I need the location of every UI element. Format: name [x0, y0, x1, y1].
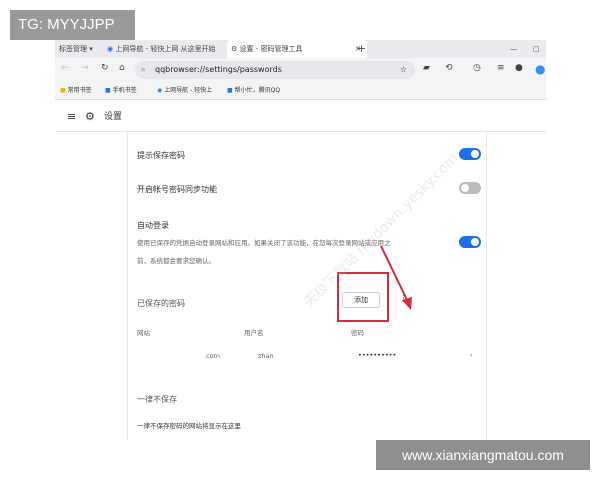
- annotation-arrow: [380, 245, 412, 310]
- chevron-right-icon[interactable]: ›: [470, 351, 473, 359]
- never-save-title: 一律不保存: [137, 395, 177, 404]
- gear-icon: ⚙: [85, 110, 95, 123]
- search-icon: ⌕: [141, 65, 146, 74]
- new-tab-button[interactable]: +: [357, 40, 366, 58]
- tab-label: 设置 - 密码管理工具: [239, 45, 303, 53]
- sync-label: 开启帐号密码同步功能: [137, 185, 217, 194]
- offer-save-toggle[interactable]: [459, 148, 481, 160]
- tab-bookmark-manager[interactable]: 标签管理 ▾: [59, 40, 93, 58]
- settings-header: ≡ ⚙ 设置: [55, 102, 546, 132]
- username-cell: zhan: [258, 352, 274, 360]
- reload-icon[interactable]: ↻: [101, 63, 109, 73]
- gear-icon: ⚙: [231, 45, 240, 53]
- maximize-button[interactable]: ▢: [533, 40, 540, 58]
- column-site: 网站: [137, 329, 150, 337]
- bookmarks-bar: ■ 常用书签 ■ 手机书签 ◉ 上网导航 - 轻快上 ■ 帮小忙，腾讯QQ: [55, 82, 546, 100]
- table-row[interactable]: [128, 382, 486, 404]
- extension-icon[interactable]: ▰: [423, 63, 430, 73]
- bookmark-item[interactable]: ■ 帮小忙，腾讯QQ: [227, 82, 280, 100]
- menu-icon[interactable]: ≡: [497, 63, 505, 73]
- menu-icon[interactable]: ≡: [67, 102, 76, 132]
- never-save-desc: 一律不保存密码的网站将显示在这里: [137, 422, 241, 430]
- star-icon[interactable]: ☆: [400, 61, 407, 79]
- tab-settings[interactable]: ⚙ 设置 - 密码管理工具 ✕: [227, 40, 367, 58]
- password-cell: ••••••••••: [358, 351, 397, 359]
- browser-window: 标签管理 ▾ ◉ 上网导航 - 轻快上网 从这里开始 ⚙ 设置 - 密码管理工具…: [55, 40, 546, 440]
- toolbar: ← → ↻ ⌂ ⌕ qqbrowser://settings/passwords ☆…: [55, 58, 546, 82]
- autologin-label: 自动登录: [137, 221, 169, 230]
- back-icon[interactable]: ←: [61, 63, 69, 73]
- avatar[interactable]: ●: [515, 63, 523, 73]
- page-title: 设置: [104, 112, 123, 122]
- minimize-button[interactable]: —: [510, 40, 517, 58]
- overlay-label: TG: MYYJJPP: [10, 10, 135, 40]
- bookmark-item[interactable]: ■ 常用书签: [60, 82, 92, 100]
- tab-label: 上网导航 - 轻快上网 从这里开始: [115, 45, 216, 53]
- url-text: qqbrowser://settings/passwords: [155, 65, 282, 74]
- bookmark-item[interactable]: ■ 手机书签: [105, 82, 137, 100]
- history-icon[interactable]: ◷: [473, 63, 481, 73]
- tab-navigation[interactable]: ◉ 上网导航 - 轻快上网 从这里开始: [107, 40, 225, 58]
- saved-passwords-title: 已保存的密码: [137, 299, 185, 308]
- profile-icon[interactable]: ●: [535, 62, 545, 76]
- column-password: 密码: [351, 329, 364, 337]
- bookmark-item[interactable]: ◉ 上网导航 - 轻快上: [157, 82, 212, 100]
- footer-watermark: www.xianxiangmatou.com: [376, 440, 590, 470]
- autologin-desc: 前，系统都会要求您确认。: [137, 257, 215, 265]
- forward-icon[interactable]: →: [81, 63, 89, 73]
- offer-save-label: 提示保存密码: [137, 151, 185, 160]
- sync-toggle[interactable]: [459, 182, 481, 194]
- add-button[interactable]: 添加: [342, 292, 380, 308]
- share-icon[interactable]: ⟲: [445, 63, 453, 73]
- home-icon[interactable]: ⌂: [119, 63, 125, 73]
- column-username: 用户名: [244, 329, 264, 337]
- tab-bar: 标签管理 ▾ ◉ 上网导航 - 轻快上网 从这里开始 ⚙ 设置 - 密码管理工具…: [55, 40, 546, 58]
- autologin-toggle[interactable]: [459, 236, 481, 248]
- site-cell: .com: [204, 352, 220, 360]
- address-bar[interactable]: ⌕ qqbrowser://settings/passwords ☆: [135, 61, 415, 79]
